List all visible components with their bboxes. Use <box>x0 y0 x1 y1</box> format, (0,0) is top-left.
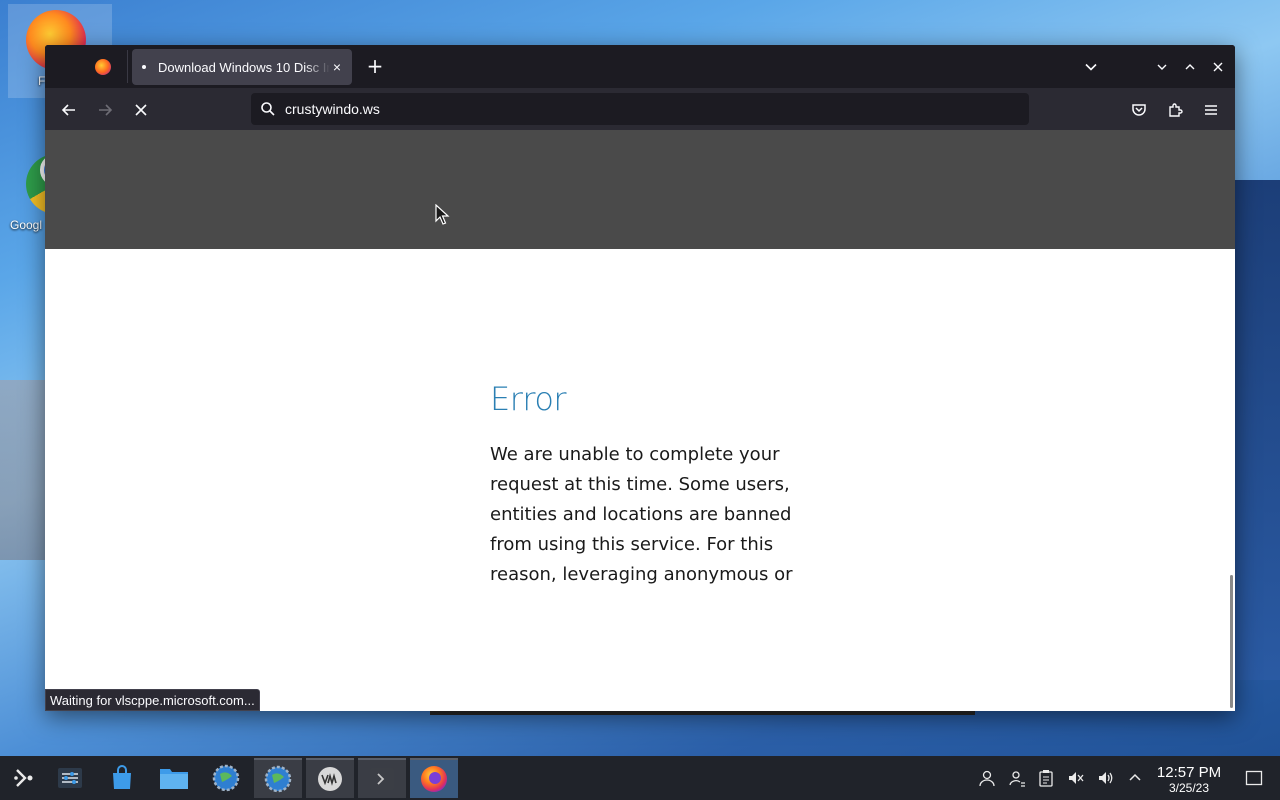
show-desktop-button[interactable] <box>1244 768 1264 788</box>
pocket-button[interactable] <box>1125 96 1153 124</box>
volume-tray[interactable] <box>1096 768 1116 788</box>
url-text: crustywindo.ws <box>285 101 380 117</box>
user-icon <box>979 770 995 787</box>
navigation-toolbar: crustywindo.ws <box>45 88 1235 130</box>
divider <box>127 50 128 83</box>
launcher-icon <box>14 769 33 787</box>
new-tab-button[interactable]: + <box>363 54 387 78</box>
application-launcher[interactable] <box>0 758 48 798</box>
terminal-task[interactable] <box>358 758 406 798</box>
arrow-left-icon <box>61 104 75 116</box>
page-header-banner <box>45 130 1235 249</box>
error-title: Error <box>490 380 567 418</box>
tab-active[interactable]: Download Windows 10 Disc Image × <box>132 49 352 85</box>
clipboard-icon <box>1039 770 1053 787</box>
mouse-cursor-icon <box>435 204 450 225</box>
search-icon <box>261 102 275 116</box>
hamburger-icon <box>1205 105 1217 115</box>
browser-window: Download Windows 10 Disc Image × + crust <box>45 45 1235 711</box>
extensions-button[interactable] <box>1161 96 1189 124</box>
sliders-icon <box>58 768 82 788</box>
close-icon <box>135 104 147 116</box>
user-switch-tray[interactable] <box>977 768 997 788</box>
scrollbar-thumb[interactable] <box>1230 575 1233 708</box>
system-settings-launcher[interactable] <box>46 758 94 798</box>
globe-gear-icon <box>264 765 292 793</box>
minimize-button[interactable] <box>1150 55 1174 79</box>
loading-dot-icon <box>142 65 146 69</box>
stop-loading-button[interactable] <box>127 96 155 124</box>
folder-icon <box>160 769 188 789</box>
tab-title: Download Windows 10 Disc Image <box>158 59 330 75</box>
tray-expand-button[interactable] <box>1125 768 1145 788</box>
wallpaper-shape <box>1234 180 1280 680</box>
arrow-right-icon <box>99 104 113 116</box>
clock[interactable]: 12:57 PM 3/25/23 <box>1148 764 1230 795</box>
maximize-button[interactable] <box>1178 55 1202 79</box>
clipboard-tray[interactable] <box>1036 768 1056 788</box>
forward-button[interactable] <box>91 96 119 124</box>
firefox-icon <box>421 766 447 792</box>
clock-time: 12:57 PM <box>1156 764 1222 781</box>
pocket-icon <box>1132 104 1146 116</box>
discover-store-launcher[interactable] <box>98 758 146 798</box>
volume-muted-tray[interactable] <box>1066 768 1086 788</box>
status-bar: Waiting for vlscppe.microsoft.com... <box>45 689 260 711</box>
browser-launcher-active[interactable] <box>254 758 302 798</box>
menu-button[interactable] <box>1197 96 1225 124</box>
user-network-icon <box>1009 771 1025 787</box>
taskbar: 12:57 PM 3/25/23 <box>0 756 1280 800</box>
kde-connect-tray[interactable] <box>1007 768 1027 788</box>
desktop-icon <box>1245 770 1263 786</box>
browser-launcher[interactable] <box>202 758 250 798</box>
store-bag-icon <box>113 765 131 789</box>
chevron-up-icon <box>1129 773 1141 781</box>
firefox-icon[interactable] <box>95 59 111 75</box>
error-message: We are unable to complete your request a… <box>490 444 793 585</box>
tab-bar: Download Windows 10 Disc Image × + <box>45 45 1235 88</box>
tab-close-button[interactable]: × <box>330 59 344 75</box>
chevron-down-icon <box>1085 63 1097 71</box>
file-manager-launcher[interactable] <box>150 758 198 798</box>
list-all-tabs-button[interactable] <box>1079 55 1103 79</box>
close-window-button[interactable] <box>1206 55 1230 79</box>
terminal-icon <box>370 768 394 790</box>
speaker-muted-icon <box>1069 772 1084 784</box>
window-shadow <box>430 711 975 715</box>
vm-app-task[interactable] <box>306 758 354 798</box>
vm-logo-icon <box>318 767 342 791</box>
speaker-icon <box>1099 772 1113 784</box>
url-bar[interactable]: crustywindo.ws <box>251 93 1029 125</box>
chevron-up-icon <box>1185 64 1195 70</box>
clock-date: 3/25/23 <box>1168 781 1210 795</box>
page-content: Error We are unable to complete your req… <box>45 130 1235 711</box>
back-button[interactable] <box>55 96 83 124</box>
globe-gear-icon <box>212 764 240 792</box>
puzzle-icon <box>1169 103 1183 117</box>
firefox-task[interactable] <box>410 758 458 798</box>
chevron-down-icon <box>1157 64 1167 70</box>
close-icon <box>1213 62 1223 72</box>
